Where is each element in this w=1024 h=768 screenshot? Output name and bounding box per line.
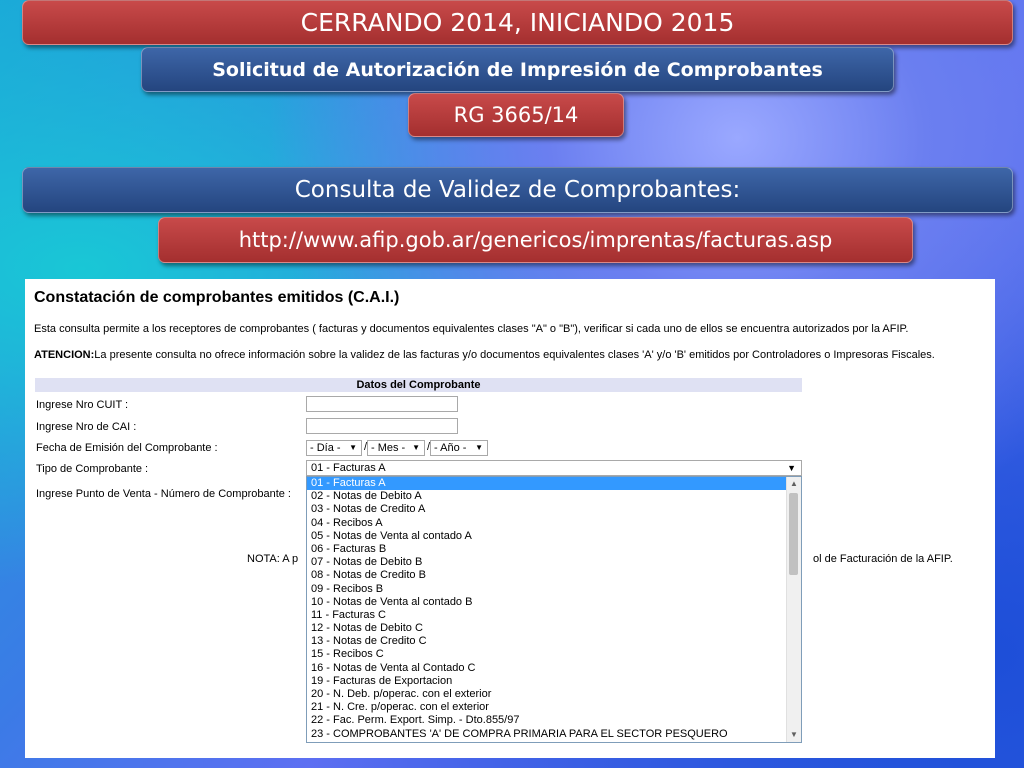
slide-title-banner: CERRANDO 2014, INICIANDO 2015 [22, 0, 1013, 45]
dropdown-option[interactable]: 16 - Notas de Venta al Contado C [307, 662, 787, 675]
triangle-down-icon: ▼ [787, 463, 796, 473]
triangle-down-icon: ▼ [412, 443, 420, 452]
consulta-heading: Consulta de Validez de Comprobantes: [294, 177, 741, 203]
dropdown-option[interactable]: 07 - Notas de Debito B [307, 556, 787, 569]
dropdown-option[interactable]: 15 - Recibos C [307, 648, 787, 661]
dropdown-option[interactable]: 13 - Notas de Credito C [307, 635, 787, 648]
dropdown-list: 01 - Facturas A 02 - Notas de Debito A 03 … [307, 477, 787, 741]
slide-subtitle: Solicitud de Autorización de Impresión d… [212, 58, 823, 81]
cai-input[interactable] [306, 418, 458, 434]
triangle-down-icon: ▼ [475, 443, 483, 452]
tipo-label: Tipo de Comprobante : [36, 463, 149, 475]
anio-select[interactable]: - Año - ▼ [430, 440, 488, 456]
dropdown-scrollbar[interactable]: ▲ ▼ [786, 477, 801, 742]
atencion-note: ATENCION:La presente consulta no ofrece … [34, 349, 935, 361]
fecha-label: Fecha de Emisión del Comprobante : [36, 442, 218, 454]
mes-value: - Mes - [371, 442, 406, 454]
dropdown-option[interactable]: 10 - Notas de Venta al contado B [307, 596, 787, 609]
triangle-up-icon[interactable]: ▲ [787, 477, 801, 491]
tipo-comprobante-select[interactable]: 01 - Facturas A ▼ [306, 460, 802, 476]
dropdown-option[interactable]: 19 - Facturas de Exportacion [307, 675, 787, 688]
dropdown-option[interactable]: 20 - N. Deb. p/operac. con el exterior [307, 688, 787, 701]
punto-venta-label: Ingrese Punto de Venta - Número de Compr… [36, 488, 291, 500]
tipo-value: 01 - Facturas A [311, 462, 386, 474]
dropdown-option[interactable]: 23 - COMPROBANTES 'A' DE COMPRA PRIMARIA… [307, 728, 787, 741]
triangle-down-icon[interactable]: ▼ [787, 728, 801, 742]
dropdown-option[interactable]: 11 - Facturas C [307, 609, 787, 622]
tipo-comprobante-dropdown[interactable]: 01 - Facturas A 02 - Notas de Debito A 03 … [306, 476, 802, 743]
dropdown-option[interactable]: 21 - N. Cre. p/operac. con el exterior [307, 701, 787, 714]
nota-text-end: ol de Facturación de la AFIP. [813, 553, 953, 565]
dropdown-option[interactable]: 02 - Notas de Debito A [307, 490, 787, 503]
url-link[interactable]: http://www.afip.gob.ar/genericos/imprent… [239, 228, 833, 252]
dropdown-option[interactable]: 06 - Facturas B [307, 543, 787, 556]
page-title: Constatación de comprobantes emitidos (C… [34, 289, 400, 306]
consulta-heading-banner: Consulta de Validez de Comprobantes: [22, 167, 1013, 213]
mes-select[interactable]: - Mes - ▼ [367, 440, 425, 456]
slide-title: CERRANDO 2014, INICIANDO 2015 [300, 8, 735, 37]
cuit-input[interactable] [306, 396, 458, 412]
dia-value: - Día - [310, 442, 341, 454]
dropdown-option[interactable]: 08 - Notas de Credito B [307, 569, 787, 582]
cuit-label: Ingrese Nro CUIT : [36, 399, 129, 411]
form-header: Datos del Comprobante [35, 378, 802, 392]
dropdown-option[interactable]: 03 - Notas de Credito A [307, 503, 787, 516]
dropdown-option[interactable]: 09 - Recibos B [307, 583, 787, 596]
dropdown-option[interactable]: 12 - Notas de Debito C [307, 622, 787, 635]
nota-text-start: NOTA: A p [247, 553, 299, 565]
dia-select[interactable]: - Día - ▼ [306, 440, 362, 456]
atencion-label: ATENCION: [34, 349, 95, 361]
scroll-thumb[interactable] [789, 493, 798, 575]
resolution-banner: RG 3665/14 [408, 93, 624, 137]
resolution-label: RG 3665/14 [453, 103, 579, 127]
atencion-text: La presente consulta no ofrece informaci… [94, 349, 935, 361]
dropdown-option[interactable]: 01 - Facturas A [307, 477, 787, 491]
page-description: Esta consulta permite a los receptores d… [34, 323, 909, 335]
dropdown-option[interactable]: 04 - Recibos A [307, 517, 787, 530]
cai-label: Ingrese Nro de CAI : [36, 421, 137, 433]
triangle-down-icon: ▼ [349, 443, 357, 452]
slide-subtitle-banner: Solicitud de Autorización de Impresión d… [141, 47, 894, 92]
dropdown-option[interactable]: 05 - Notas de Venta al contado A [307, 530, 787, 543]
screenshot-panel: Constatación de comprobantes emitidos (C… [25, 279, 995, 758]
anio-value: - Año - [434, 442, 467, 454]
dropdown-option[interactable]: 22 - Fac. Perm. Export. Simp. - Dto.855/… [307, 714, 787, 727]
url-banner[interactable]: http://www.afip.gob.ar/genericos/imprent… [158, 217, 913, 263]
